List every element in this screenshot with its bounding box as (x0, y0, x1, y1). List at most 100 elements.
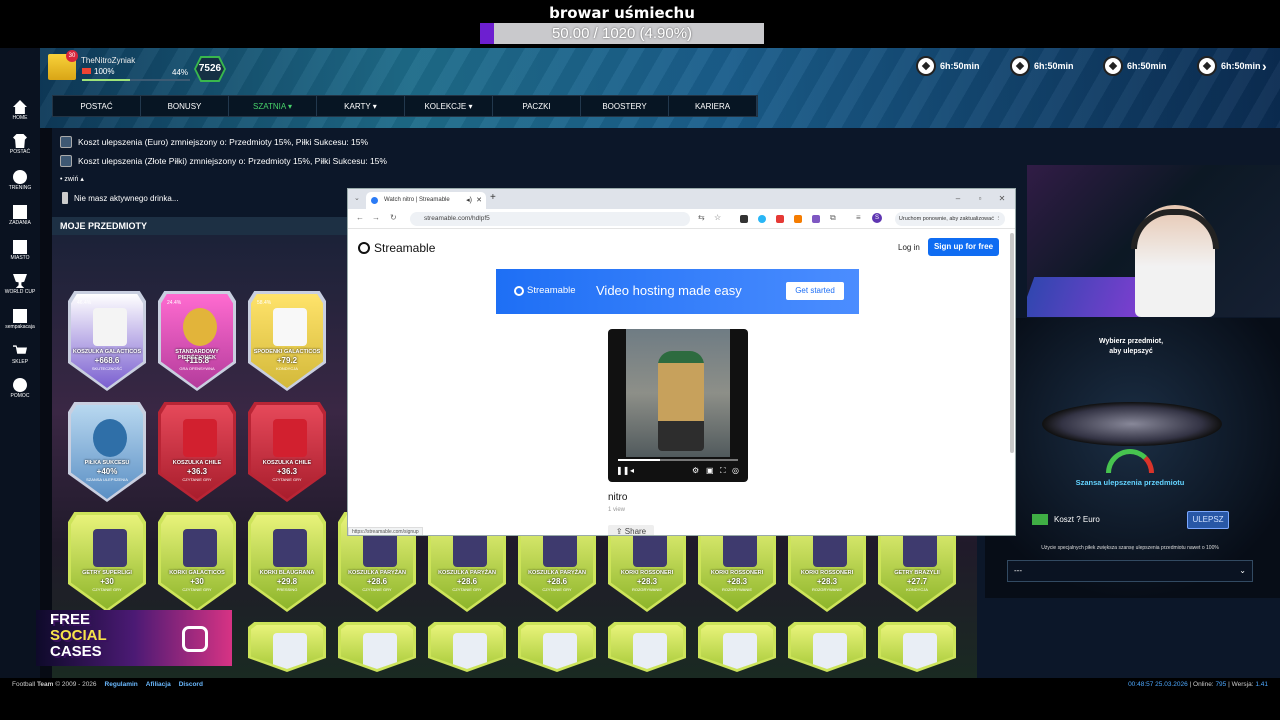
address-url: streamable.com/hdlpf5 (424, 215, 490, 222)
new-tab-icon[interactable]: + (490, 192, 496, 203)
upgrade-button[interactable]: ULEPSZ (1187, 511, 1229, 529)
back-icon[interactable]: ← (356, 213, 364, 222)
tab-strip: ⌄ Watch nitro | Streamable ◂) ✕ + – ▫ ✕ (348, 189, 1015, 209)
version-value: 1.41 (1255, 681, 1268, 688)
nav-szatnia[interactable]: SZATNIA ▾ (229, 96, 317, 116)
pause-icon[interactable]: ❚❚ (616, 466, 629, 475)
close-window-icon[interactable]: ✕ (991, 192, 1013, 206)
level-badge: 7526 (194, 56, 226, 82)
audio-icon[interactable]: ◂) (466, 192, 472, 209)
collapse-toggle[interactable]: • zwiń ▴ (60, 175, 84, 183)
translate-icon[interactable]: ⇆ (698, 213, 705, 222)
timer-3[interactable]: 6h:50min (1103, 56, 1167, 76)
nav-boostery[interactable]: BOOSTERY (581, 96, 669, 116)
streamable-logo-icon[interactable]: ◎ (732, 466, 739, 475)
sidebar-item-miasto[interactable]: MIASTO (0, 240, 40, 261)
xp-bar (82, 79, 190, 81)
banner-logo: Streamable (514, 285, 576, 296)
forward-icon[interactable]: → (372, 213, 380, 222)
update-browser-button[interactable]: Uruchom ponownie, aby zaktualizować ⋮ (894, 212, 1005, 226)
settings-icon[interactable]: ⚙ (692, 466, 699, 475)
card-bonus: +79.2 (276, 356, 298, 365)
footer-link-afiliacja[interactable]: Afiliacja (146, 681, 171, 688)
card-face (251, 625, 323, 669)
sidebar-item-trening[interactable]: TRENING (0, 170, 40, 191)
ball-icon (1197, 56, 1217, 76)
minimize-icon[interactable]: – (947, 192, 969, 206)
timer-4[interactable]: 6h:50min (1197, 56, 1261, 76)
get-started-button[interactable]: Get started (786, 282, 844, 300)
nav-kariera[interactable]: KARIERA (669, 96, 757, 116)
extension-icon[interactable] (758, 215, 766, 223)
login-link[interactable]: Log in (898, 243, 920, 252)
footer-link-regulamin[interactable]: Regulamin (105, 681, 138, 688)
reload-icon[interactable]: ↻ (390, 213, 397, 222)
pip-icon[interactable]: ▣ (706, 466, 714, 475)
footer-link-discord[interactable]: Discord (179, 681, 203, 688)
address-bar[interactable]: streamable.com/hdlpf5 (410, 212, 690, 226)
video-progress-bar[interactable] (618, 459, 738, 461)
tab-list-icon[interactable]: ⌄ (354, 194, 360, 202)
ball-icon (13, 170, 27, 184)
sidebar-item-label: ZADANIA (9, 220, 31, 226)
nav-bonusy[interactable]: BONUSY (141, 96, 229, 116)
card-face (521, 625, 593, 669)
gear-item-icon (363, 633, 397, 669)
help-icon (13, 378, 27, 392)
chevron-right-icon[interactable]: › (1262, 58, 1267, 74)
video-frame (626, 329, 730, 457)
share-button[interactable]: ⇪ Share (608, 525, 654, 535)
streamable-logo[interactable]: Streamable (358, 241, 435, 255)
sidebar-item-zadania[interactable]: ZADANIA (0, 205, 40, 226)
browser-scrollbar[interactable] (1010, 233, 1014, 453)
video-player[interactable]: ❚❚ ◂ ⚙ ▣ ⛶ ◎ (608, 329, 748, 482)
promo-line-3: CASES (50, 643, 102, 660)
extension-icon[interactable] (740, 215, 748, 223)
ad-banner[interactable]: Streamable Video hosting made easy Get s… (496, 269, 859, 314)
sidebar-item-sklep[interactable]: SKLEP (0, 344, 40, 365)
card-name: KOSZULKA CHILE (172, 460, 222, 466)
notification-euro: Koszt ulepszenia (Euro) zmniejszony o: P… (60, 136, 368, 148)
nav-postac[interactable]: POSTAĆ (53, 96, 141, 116)
browser-tab[interactable]: Watch nitro | Streamable ◂) ✕ (366, 192, 486, 209)
username[interactable]: TheNitroZyniak (81, 56, 135, 65)
card-stat: CZYTANIE GRY (272, 477, 302, 482)
ball-icon (1010, 56, 1030, 76)
media-icon[interactable]: ≡ (856, 213, 861, 222)
card-face (611, 625, 683, 669)
upgrade-cost: Koszt ? Euro (1032, 514, 1100, 525)
maximize-icon[interactable]: ▫ (969, 192, 991, 206)
card-bonus: +40% (96, 467, 118, 476)
sidebar-item-postac[interactable]: POSTAĆ (0, 134, 40, 155)
video-title: nitro (608, 492, 628, 503)
timer-label: 6h:50min (940, 61, 980, 71)
sidebar-item-home[interactable]: HOME (0, 100, 40, 121)
drink-status: Nie masz aktywnego drinka... (62, 192, 179, 204)
extension-icon[interactable] (794, 215, 802, 223)
card-name: GETRY BRAZYLII (894, 570, 940, 576)
extension-icon[interactable] (776, 215, 784, 223)
timer-2[interactable]: 6h:50min (1010, 56, 1074, 76)
special-ball-select[interactable]: --- ⌄ (1007, 560, 1253, 582)
volume-icon[interactable]: ◂ (630, 466, 634, 475)
puzzle-icon[interactable]: ⧉ (830, 213, 836, 223)
card-stat: ROZGRYWANIE (721, 587, 752, 592)
upgrade-platform[interactable] (1042, 402, 1222, 446)
card-bonus: +28.3 (636, 577, 658, 586)
sidebar-item-world-cup[interactable]: WORLD CUP (0, 274, 40, 295)
sidebar-item-sempakacaja[interactable]: sempakacaja (0, 309, 40, 330)
fullscreen-icon[interactable]: ⛶ (720, 466, 726, 476)
bookmark-star-icon[interactable]: ☆ (714, 213, 721, 222)
promo-banner[interactable]: FREE SOCIAL CASES (36, 610, 232, 666)
profile-avatar[interactable]: S (872, 213, 882, 223)
signup-button[interactable]: Sign up for free (928, 238, 999, 256)
nav-kolekcje[interactable]: KOLEKCJE ▾ (405, 96, 493, 116)
nav-paczki[interactable]: PACZKI (493, 96, 581, 116)
timer-1[interactable]: 6h:50min (916, 56, 980, 76)
gear-item-icon (183, 529, 217, 567)
nav-karty[interactable]: KARTY ▾ (317, 96, 405, 116)
home-icon (13, 100, 27, 114)
sidebar-item-pomoc[interactable]: POMOC (0, 378, 40, 399)
extension-icon[interactable] (812, 215, 820, 223)
close-icon[interactable]: ✕ (476, 192, 482, 209)
